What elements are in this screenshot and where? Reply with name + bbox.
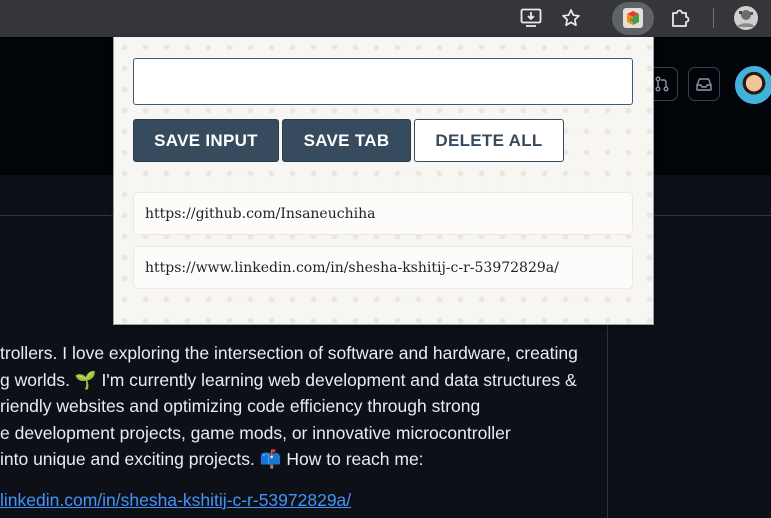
toolbar-divider <box>713 8 714 28</box>
bio-line: e development projects, game mods, or in… <box>0 422 511 443</box>
bio-line: g worlds. 🌱 I'm currently learning web d… <box>0 369 577 390</box>
lead-input[interactable] <box>133 58 633 105</box>
save-tab-button[interactable]: SAVE TAB <box>282 119 411 162</box>
profile-bio: trollers. I love exploring the intersect… <box>0 340 600 473</box>
save-input-button[interactable]: SAVE INPUT <box>133 119 279 162</box>
bookmark-star-icon[interactable] <box>557 4 585 32</box>
profile-avatar-icon[interactable] <box>732 4 760 32</box>
browser-toolbar <box>0 0 771 37</box>
omnibox-end <box>0 0 598 37</box>
active-extension-button[interactable] <box>612 2 654 35</box>
extension-popup: SAVE INPUT SAVE TAB DELETE ALL https://g… <box>113 37 654 325</box>
user-avatar[interactable] <box>735 66 771 104</box>
bio-line: trollers. I love exploring the intersect… <box>0 343 578 363</box>
extensions-puzzle-icon[interactable] <box>666 4 694 32</box>
bio-line: riendly websites and optimizing code eff… <box>0 396 481 416</box>
bio-line: into unique and exciting projects. 📫 How… <box>0 449 424 469</box>
lead-list-item[interactable]: https://www.linkedin.com/in/shesha-kshit… <box>133 246 633 289</box>
lead-list-item[interactable]: https://github.com/Insaneuchiha <box>133 192 633 235</box>
linkedin-link[interactable]: linkedin.com/in/shesha-kshitij-c-r-53972… <box>0 490 351 511</box>
delete-all-button[interactable]: DELETE ALL <box>414 119 564 162</box>
install-app-icon[interactable] <box>517 4 545 32</box>
lead-url[interactable]: https://github.com/Insaneuchiha <box>145 206 375 222</box>
extension-cube-icon <box>623 8 643 28</box>
lead-url[interactable]: https://www.linkedin.com/in/shesha-kshit… <box>145 260 559 276</box>
inbox-icon[interactable] <box>688 67 720 101</box>
